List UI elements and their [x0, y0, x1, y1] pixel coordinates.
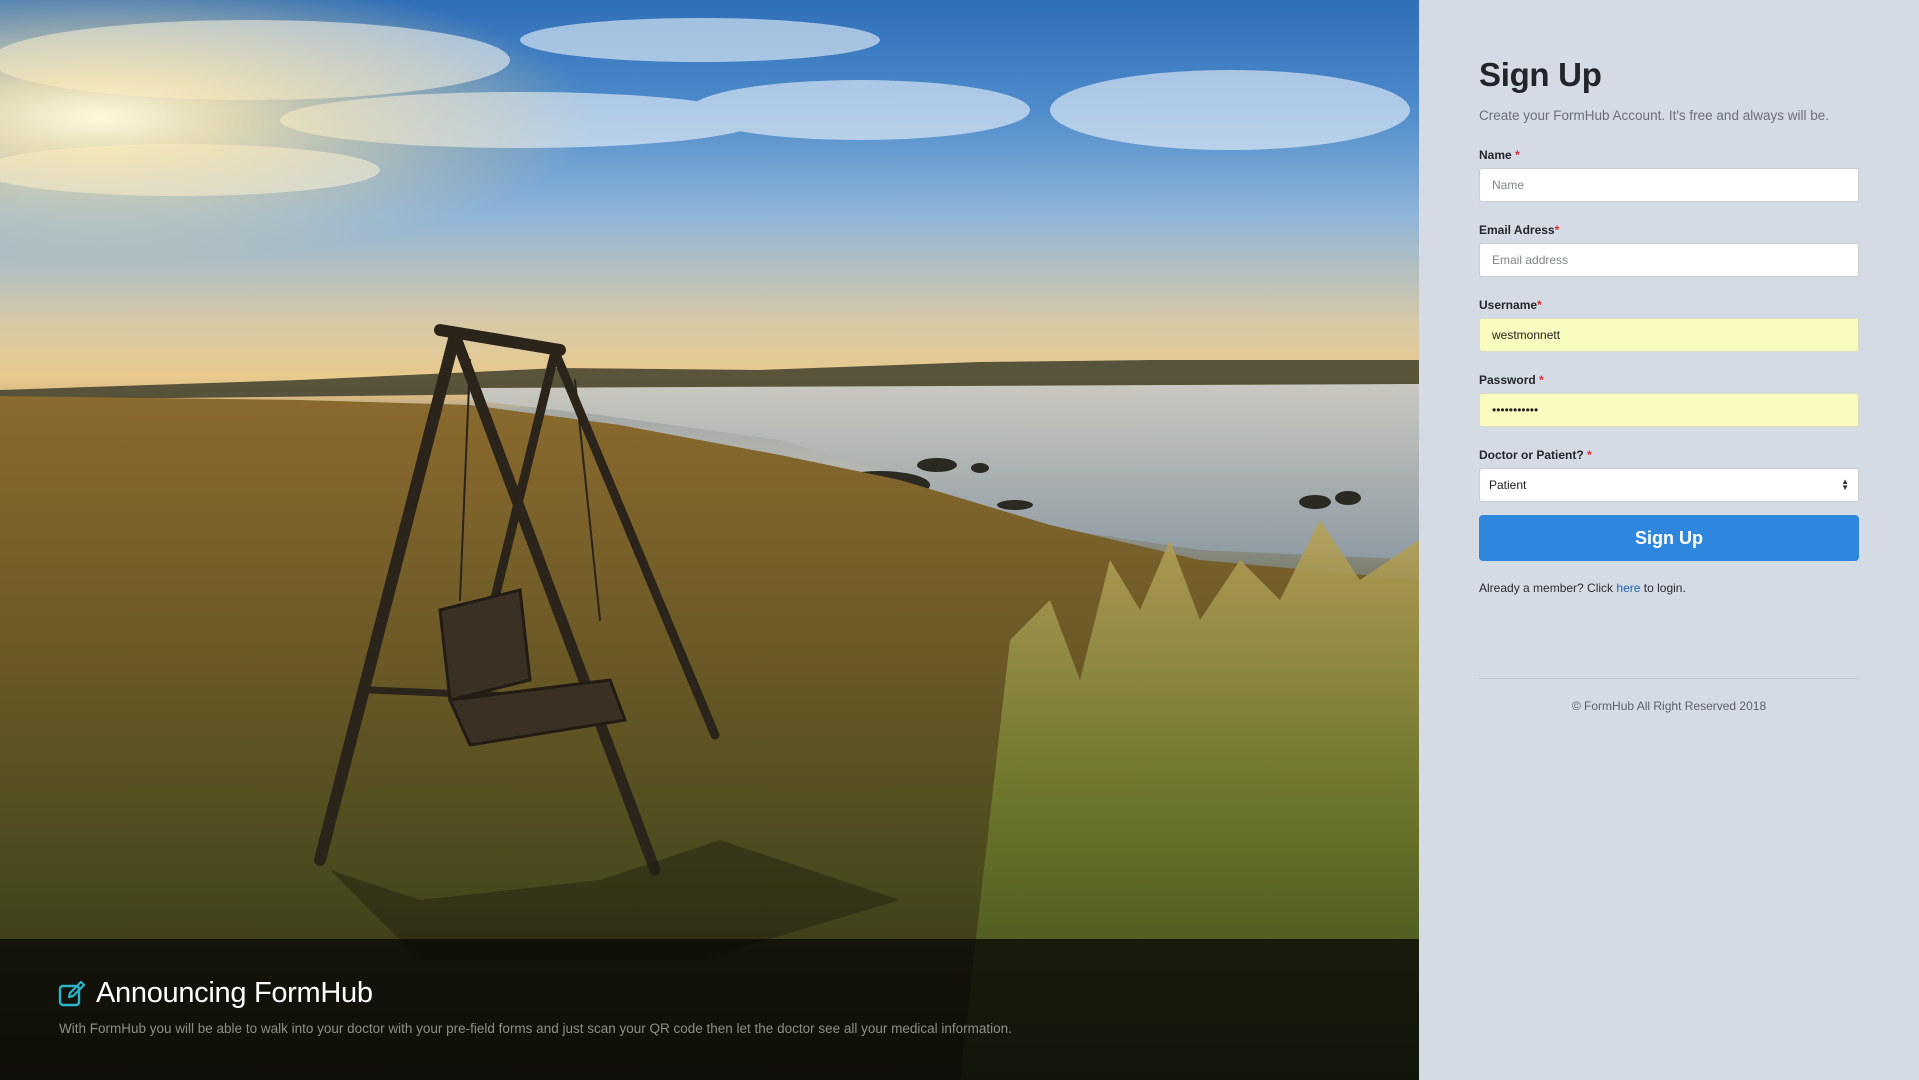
- password-input[interactable]: [1479, 393, 1859, 427]
- login-prompt-prefix: Already a member? Click: [1479, 581, 1617, 595]
- name-field-group: Name *: [1479, 148, 1859, 202]
- email-field-group: Email Adress*: [1479, 223, 1859, 277]
- username-label: Username*: [1479, 298, 1859, 312]
- required-mark: *: [1554, 223, 1560, 237]
- announcement-title-row: Announcing FormHub: [58, 977, 373, 1010]
- role-label: Doctor or Patient? *: [1479, 448, 1859, 462]
- announcement-banner: Announcing FormHub With FormHub you will…: [0, 939, 1419, 1080]
- hero-background-image: Announcing FormHub With FormHub you will…: [0, 0, 1419, 1080]
- username-label-text: Username: [1479, 298, 1538, 312]
- footer-divider: [1479, 678, 1859, 679]
- email-input[interactable]: [1479, 243, 1859, 277]
- page-subtitle: Create your FormHub Account. It's free a…: [1479, 108, 1829, 123]
- name-input[interactable]: [1479, 168, 1859, 202]
- email-label: Email Adress*: [1479, 223, 1859, 237]
- role-label-text: Doctor or Patient?: [1479, 448, 1584, 462]
- password-label-text: Password: [1479, 373, 1536, 387]
- required-mark: *: [1587, 448, 1592, 462]
- email-label-text: Email Adress: [1479, 223, 1555, 237]
- login-prompt-suffix: to login.: [1640, 581, 1686, 595]
- select-arrows-icon: ▲ ▼: [1841, 477, 1849, 492]
- role-select[interactable]: Patient ▲ ▼: [1479, 468, 1859, 502]
- page-title: Sign Up: [1479, 56, 1602, 93]
- name-label-text: Name: [1479, 148, 1512, 162]
- edit-icon: [58, 980, 86, 1008]
- password-label: Password *: [1479, 373, 1859, 387]
- role-field-group: Doctor or Patient? * Patient ▲ ▼: [1479, 448, 1859, 502]
- name-label: Name *: [1479, 148, 1859, 162]
- signup-form: Sign Up Create your FormHub Account. It'…: [1479, 56, 1859, 713]
- username-field-group: Username*: [1479, 298, 1859, 352]
- landscape-illustration: [0, 0, 1419, 1080]
- signup-page: Announcing FormHub With FormHub you will…: [0, 0, 1919, 1080]
- password-field-group: Password *: [1479, 373, 1859, 427]
- announcement-title: Announcing FormHub: [96, 977, 373, 1009]
- required-mark: *: [1515, 148, 1520, 162]
- sign-up-button[interactable]: Sign Up: [1479, 515, 1859, 561]
- username-input[interactable]: [1479, 318, 1859, 352]
- required-mark: *: [1537, 298, 1542, 312]
- login-prompt: Already a member? Click here to login.: [1479, 581, 1859, 595]
- announcement-description: With FormHub you will be able to walk in…: [59, 1021, 1012, 1036]
- required-mark: *: [1539, 373, 1544, 387]
- login-link[interactable]: here: [1616, 581, 1640, 595]
- copyright-text: © FormHub All Right Reserved 2018: [1571, 699, 1767, 713]
- signup-panel: Sign Up Create your FormHub Account. It'…: [1419, 0, 1919, 1080]
- role-select-value: Patient: [1489, 478, 1527, 492]
